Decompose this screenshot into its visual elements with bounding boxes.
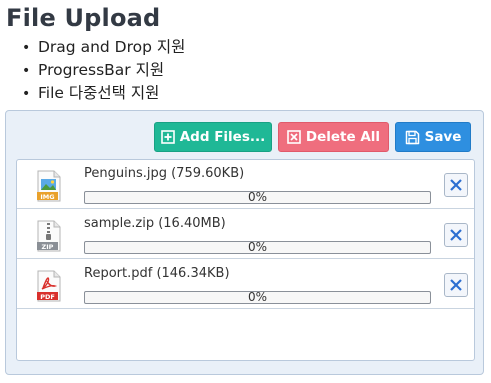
progress-percent: 0% bbox=[247, 241, 268, 254]
file-type-badge: ZIP bbox=[42, 243, 54, 251]
file-list[interactable]: IMG Penguins.jpg (759.60KB) 0% ZIP sampl… bbox=[16, 159, 475, 361]
progress-percent: 0% bbox=[247, 191, 268, 204]
file-name: Report.pdf (146.34KB) bbox=[84, 266, 230, 281]
add-files-button[interactable]: Add Files... bbox=[154, 122, 272, 152]
close-icon bbox=[450, 179, 462, 191]
upload-progress-bar: 0% bbox=[84, 191, 431, 204]
file-type-badge: IMG bbox=[40, 193, 54, 201]
progress-percent: 0% bbox=[247, 291, 268, 304]
file-type-badge: PDF bbox=[40, 293, 55, 301]
feature-list: • Drag and Drop 지원 • ProgressBar 지원 • File … bbox=[22, 36, 185, 105]
plus-square-icon bbox=[160, 130, 175, 144]
pdf-file-icon: PDF bbox=[37, 270, 61, 302]
file-name: sample.zip (16.40MB) bbox=[84, 216, 226, 231]
bullet-icon: • bbox=[22, 86, 31, 102]
file-row: IMG Penguins.jpg (759.60KB) 0% bbox=[17, 160, 474, 209]
add-files-label: Add Files... bbox=[179, 129, 266, 145]
save-label: Save bbox=[424, 129, 462, 145]
feature-text: File 다중선택 지원 bbox=[38, 84, 160, 102]
floppy-disk-icon bbox=[405, 130, 419, 144]
remove-file-button[interactable] bbox=[444, 273, 468, 297]
delete-all-button[interactable]: Delete All bbox=[278, 122, 389, 152]
close-square-icon bbox=[287, 130, 301, 144]
close-icon bbox=[450, 229, 462, 241]
feature-text: ProgressBar 지원 bbox=[38, 61, 165, 79]
feature-text: Drag and Drop 지원 bbox=[38, 38, 186, 56]
file-row: PDF Report.pdf (146.34KB) 0% bbox=[17, 260, 474, 309]
remove-file-button[interactable] bbox=[444, 223, 468, 247]
feature-item: • File 다중선택 지원 bbox=[22, 82, 185, 105]
feature-item: • Drag and Drop 지원 bbox=[22, 36, 185, 59]
remove-file-button[interactable] bbox=[444, 173, 468, 197]
save-button[interactable]: Save bbox=[395, 122, 471, 152]
page-title: File Upload bbox=[6, 4, 161, 32]
image-file-icon: IMG bbox=[37, 170, 61, 202]
bullet-icon: • bbox=[22, 63, 31, 79]
file-name: Penguins.jpg (759.60KB) bbox=[84, 166, 245, 181]
file-row: ZIP sample.zip (16.40MB) 0% bbox=[17, 210, 474, 259]
upload-progress-bar: 0% bbox=[84, 291, 431, 304]
upload-progress-bar: 0% bbox=[84, 241, 431, 254]
delete-all-label: Delete All bbox=[305, 129, 381, 145]
feature-item: • ProgressBar 지원 bbox=[22, 59, 185, 82]
zip-file-icon: ZIP bbox=[37, 220, 61, 252]
close-icon bbox=[450, 279, 462, 291]
bullet-icon: • bbox=[22, 40, 31, 56]
upload-panel[interactable]: Add Files... Delete All Save IMG Penguin… bbox=[5, 110, 484, 375]
